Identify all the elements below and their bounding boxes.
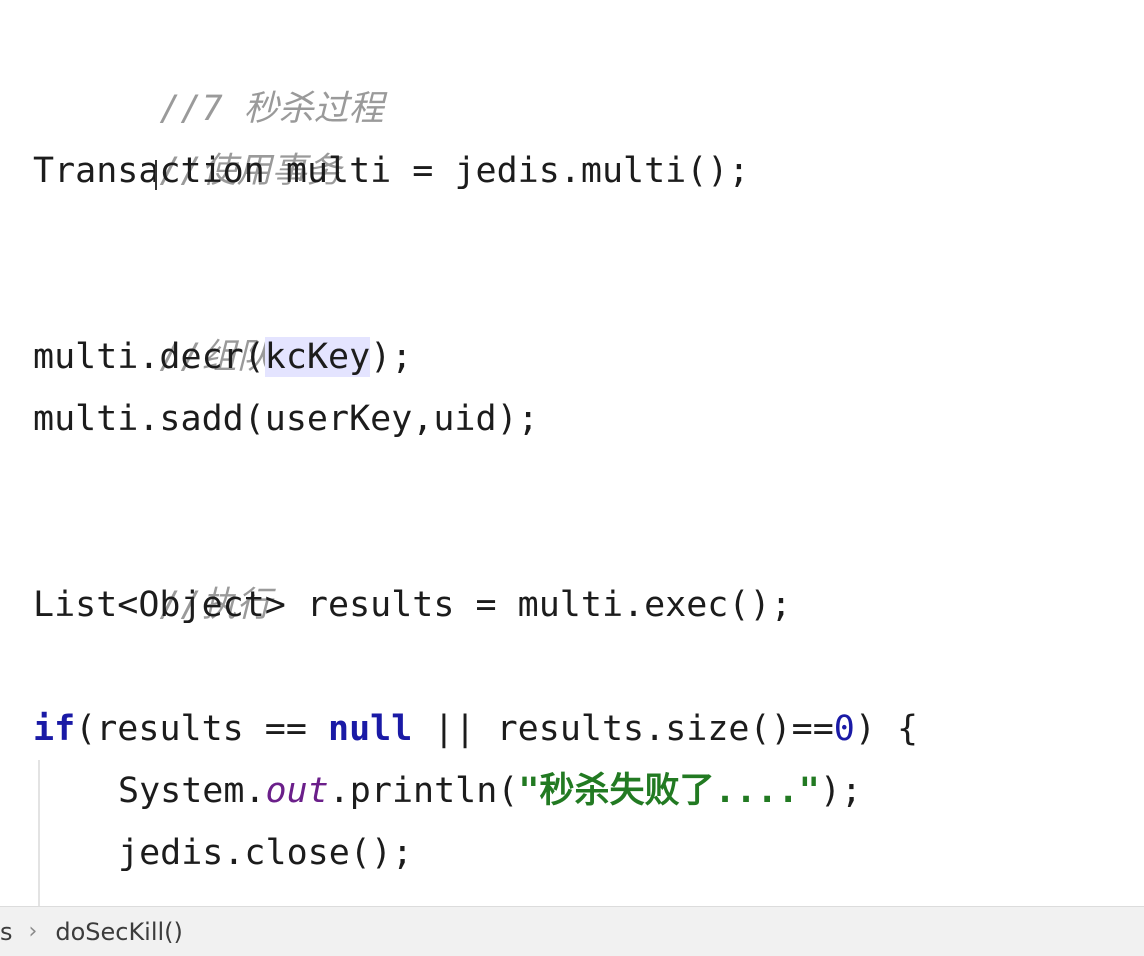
keyword-null: null <box>328 709 413 749</box>
indent-guide <box>38 760 40 906</box>
code-line-2[interactable]: //使用事务 <box>0 78 1144 191</box>
breadcrumb-item-method[interactable]: doSecKill() <box>55 918 183 946</box>
chevron-right-icon: › <box>28 919 38 944</box>
code-text: ); <box>370 337 413 377</box>
code-line-6[interactable]: multi.decr(kcKey); <box>0 326 1144 388</box>
code-text: System. <box>118 771 266 811</box>
code-text: List<Object> results = multi.exec(); <box>33 585 792 625</box>
code-line-3[interactable]: Transaction multi = jedis.multi(); <box>0 140 1144 202</box>
code-text: || results.size()== <box>412 709 834 749</box>
code-text: Transa <box>33 151 160 191</box>
code-text: (results == <box>75 709 329 749</box>
code-line-14[interactable]: jedis.close(); <box>0 822 1144 884</box>
code-area[interactable]: //7 秒杀过程 //使用事务 Transaction multi = jedi… <box>0 16 1144 884</box>
breadcrumb-item-class[interactable]: s <box>0 918 13 946</box>
code-line-11[interactable] <box>0 636 1144 698</box>
code-text: multi.decr( <box>33 337 265 377</box>
code-line-9[interactable]: //执行 <box>0 512 1144 625</box>
breadcrumb-bar: s › doSecKill() <box>0 906 1144 956</box>
code-line-10[interactable]: List<Object> results = multi.exec(); <box>0 574 1144 636</box>
code-line-7[interactable]: multi.sadd(userKey,uid); <box>0 388 1144 450</box>
code-line-1[interactable]: //7 秒杀过程 <box>0 16 1144 129</box>
code-text: jedis.close(); <box>118 833 414 873</box>
code-line-8[interactable] <box>0 450 1144 512</box>
code-text: multi.sadd(userKey,uid); <box>33 399 539 439</box>
code-line-4[interactable] <box>0 202 1144 264</box>
code-editor[interactable]: //7 秒杀过程 //使用事务 Transaction multi = jedi… <box>0 0 1144 906</box>
code-text: ); <box>819 771 862 811</box>
keyword-if: if <box>33 709 76 749</box>
number-literal: 0 <box>833 709 855 749</box>
static-field-out: out <box>265 771 329 811</box>
code-text: ction multi = jedis.multi(); <box>159 151 750 191</box>
code-text: .println( <box>328 771 519 811</box>
string-literal: "秒杀失败了...." <box>518 771 820 811</box>
code-text: ) { <box>854 709 919 749</box>
code-line-12[interactable]: if(results == null || results.size()==0)… <box>0 698 1144 760</box>
highlighted-identifier[interactable]: kcKey <box>264 337 371 377</box>
code-line-5[interactable]: //组队操作 <box>0 264 1144 377</box>
code-line-13[interactable]: System.out.println("秒杀失败了...."); <box>0 760 1144 822</box>
